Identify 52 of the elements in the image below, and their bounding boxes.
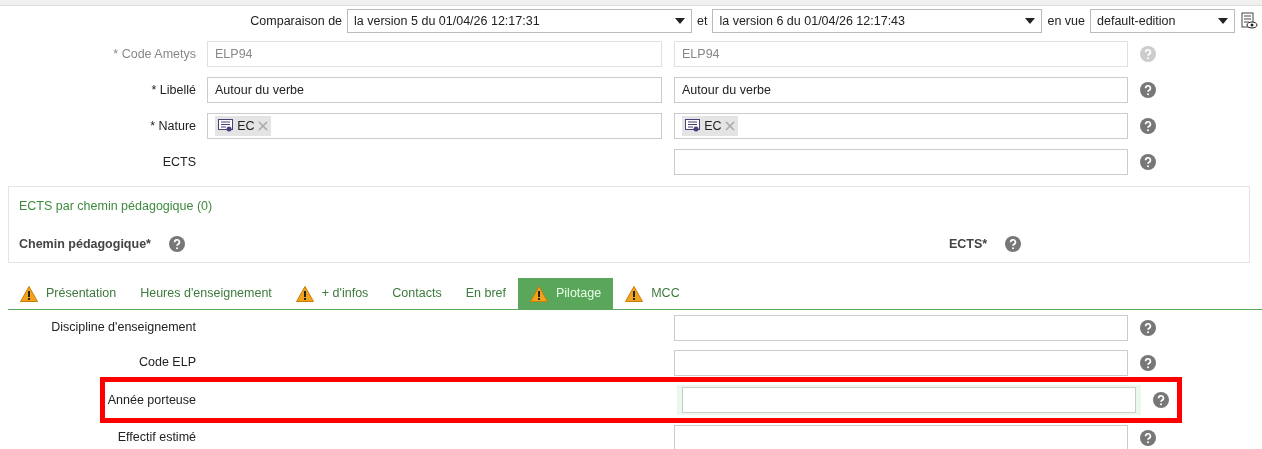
- remove-icon: [724, 121, 735, 131]
- certificate-icon: [218, 119, 235, 133]
- column-header: Chemin pédagogique*: [19, 235, 151, 253]
- tab[interactable]: Contacts: [380, 278, 454, 309]
- field-label: * Libellé: [150, 81, 197, 99]
- tab[interactable]: MCC: [613, 278, 692, 309]
- field-label: * Nature: [149, 117, 197, 135]
- field-label: ECTS: [161, 153, 197, 171]
- input-field[interactable]: [674, 149, 1128, 175]
- input-field[interactable]: Autour du verbe: [674, 77, 1128, 103]
- select-field[interactable]: default-edition: [1090, 9, 1235, 33]
- help-icon: [1140, 118, 1156, 134]
- tab[interactable]: Pilotage: [518, 278, 614, 309]
- help-icon: [1140, 319, 1156, 336]
- help-icon: [169, 236, 186, 253]
- help-icon: [1140, 354, 1156, 371]
- input-field[interactable]: [674, 349, 1128, 376]
- preview-icon: [1240, 12, 1258, 30]
- tab[interactable]: Heures d'enseignement: [128, 278, 284, 309]
- tab[interactable]: Présentation: [8, 278, 129, 309]
- select-field[interactable]: la version 6 du 01/04/26 12:17:43: [712, 9, 1043, 33]
- help-icon: [1005, 236, 1022, 253]
- column-header: ECTS*: [949, 235, 988, 253]
- help-icon: [1140, 82, 1156, 98]
- tag-chip: EC: [682, 116, 738, 136]
- tag-chip: EC: [215, 116, 271, 136]
- input-field[interactable]: [674, 314, 1128, 341]
- field-label: * Code Ametys: [112, 45, 197, 63]
- input-field[interactable]: Autour du verbe: [207, 77, 662, 103]
- input-field[interactable]: [674, 424, 1128, 449]
- remove-icon: [257, 121, 268, 131]
- caret-icon: [1025, 18, 1036, 24]
- field-label: Code ELP: [138, 354, 197, 372]
- group-title: ECTS par chemin pédagogique (0): [19, 198, 214, 215]
- help-icon: [1153, 392, 1169, 408]
- caret-icon: [1218, 18, 1228, 24]
- label: Comparaison de: [250, 12, 343, 30]
- tag-field[interactable]: EC: [674, 113, 1128, 139]
- help-icon: [1140, 154, 1156, 170]
- certificate-icon: [685, 119, 702, 133]
- help-icon: [1140, 46, 1156, 62]
- tab[interactable]: + d'infos: [283, 278, 381, 309]
- help-icon: [1140, 429, 1156, 446]
- tag-field[interactable]: EC: [207, 113, 662, 139]
- field-label: Discipline d'enseignement: [50, 319, 197, 337]
- caret-icon: [675, 18, 686, 24]
- label: en vue: [1047, 12, 1085, 30]
- select-field[interactable]: la version 5 du 01/04/26 12:17:31: [347, 9, 693, 33]
- field-label: Année porteuse: [106, 391, 197, 409]
- label: et: [697, 12, 708, 30]
- field-label: Effectif estimé: [116, 429, 197, 447]
- tab[interactable]: En bref: [453, 278, 518, 309]
